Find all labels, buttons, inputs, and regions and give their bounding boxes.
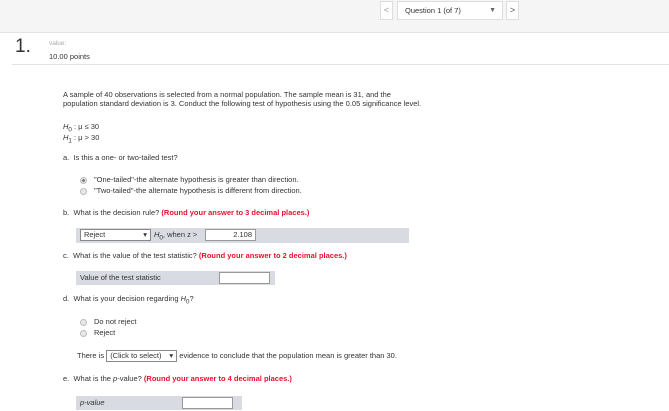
radio[interactable] (80, 187, 87, 195)
decision-select[interactable]: Reject ▾ (80, 229, 151, 241)
option-two-tailed[interactable]: "Two-tailed"-the alternate hypothesis is… (80, 186, 302, 196)
option-label: Do not reject (94, 317, 137, 326)
option-reject[interactable]: Reject (80, 328, 115, 338)
rounding-hint: (Round your answer to 2 decimal places.) (198, 251, 347, 260)
test-statistic-label: Value of the test statistic (80, 273, 161, 282)
divider (12, 64, 669, 65)
problem-line-1: A sample of 40 observations is selected … (63, 90, 391, 99)
radio[interactable] (80, 329, 87, 337)
decision-rule-text: H0, when z > (154, 230, 197, 244)
part-c-question: c. What is the value of the test statist… (63, 251, 347, 261)
option-one-tailed[interactable]: "One-tailed"-the alternate hypothesis is… (80, 175, 299, 185)
part-label: e. (63, 374, 70, 383)
part-e-question: e. What is the p-value? (Round your answ… (63, 374, 292, 384)
question-select-label: Question 1 (of 7) (405, 6, 461, 15)
question-number: 1. (15, 36, 31, 57)
part-label: c. (63, 251, 69, 260)
evidence-sentence: There is (Click to select) ▾ evidence to … (77, 350, 397, 362)
p-value-input[interactable] (182, 397, 233, 409)
test-statistic-input[interactable] (219, 272, 270, 284)
question-mark: ? (189, 294, 194, 303)
question-text: What is your decision regarding (73, 294, 181, 303)
radio-selected[interactable] (80, 176, 87, 184)
value-label: value: (49, 40, 67, 47)
chevron-down-icon: ▾ (143, 230, 147, 239)
prev-question-button[interactable]: < (380, 1, 393, 20)
question-text: What is the value of the test statistic? (73, 251, 197, 260)
chevron-down-icon: ▼ (489, 7, 496, 14)
critical-value-input[interactable]: 2.108 (205, 229, 256, 241)
evidence-select[interactable]: (Click to select) ▾ (106, 350, 178, 362)
h0-text: : μ ≤ 30 (71, 122, 100, 131)
rounding-hint: (Round your answer to 4 decimal places.) (143, 374, 292, 383)
rounding-hint: (Round your answer to 3 decimal places.) (161, 208, 310, 217)
there-is-text: There is (77, 350, 105, 360)
h1-text: : μ > 30 (71, 133, 100, 142)
evidence-text: evidence to conclude that the population… (179, 350, 397, 360)
option-do-not-reject[interactable]: Do not reject (80, 317, 137, 327)
part-label: d. (63, 294, 70, 303)
p-value-label: p-value (80, 398, 105, 407)
radio[interactable] (80, 318, 87, 326)
option-label: "One-tailed"-the alternate hypothesis is… (94, 175, 299, 184)
part-b-question: b. What is the decision rule? (Round you… (63, 208, 309, 218)
next-question-button[interactable]: > (506, 1, 519, 20)
option-label: Reject (94, 328, 116, 337)
select-value: Reject (84, 230, 106, 239)
alt-hypothesis: H1 : μ > 30 (63, 133, 99, 147)
top-bar (0, 0, 669, 33)
problem-line-2: population standard deviation is 3. Cond… (63, 99, 422, 108)
chevron-down-icon: ▾ (169, 351, 174, 360)
points: 10.00 points (49, 52, 90, 61)
question-text: What is the (73, 374, 114, 383)
select-value: (Click to select) (110, 351, 162, 360)
option-label: "Two-tailed"-the alternate hypothesis is… (94, 186, 302, 195)
question-text-end: -value? (117, 374, 142, 383)
part-d-question: d. What is your decision regarding H0? (63, 294, 194, 308)
part-a-question: a. Is this a one- or two-tailed test? (63, 153, 178, 163)
when-text: , when z > (162, 230, 198, 239)
part-label: a. (63, 153, 70, 162)
problem-text: A sample of 40 observations is selected … (63, 90, 421, 108)
question-text: Is this a one- or two-tailed test? (73, 153, 178, 162)
question-text: What is the decision rule? (73, 208, 160, 217)
question-select[interactable]: Question 1 (of 7) ▼ (397, 1, 503, 20)
part-label: b. (63, 208, 70, 217)
